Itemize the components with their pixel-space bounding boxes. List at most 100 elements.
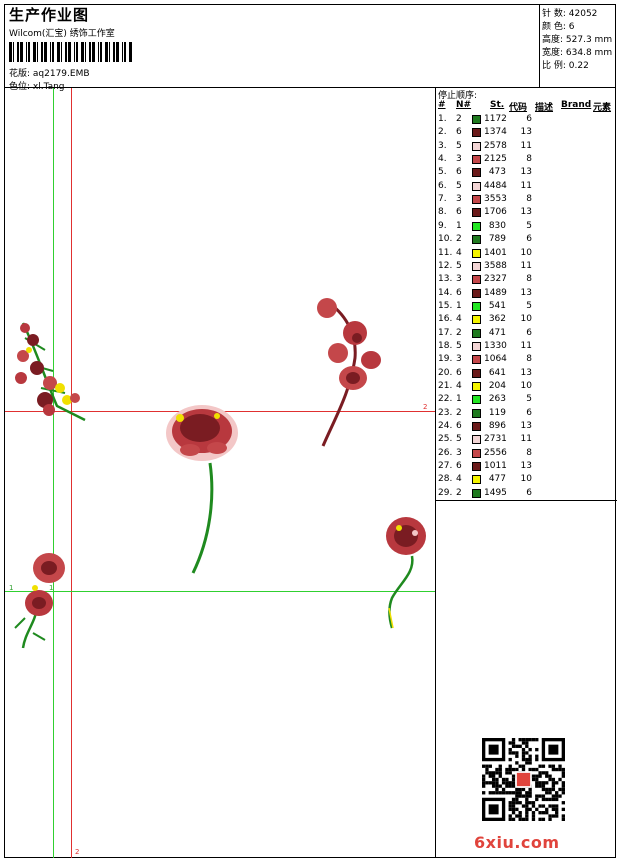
color-swatch xyxy=(472,275,481,285)
row-code: 5 xyxy=(526,394,532,405)
qr-module xyxy=(508,801,512,805)
sheet-title: 生产作业图 xyxy=(9,6,90,24)
table-row: 7. 3 3553 8 xyxy=(436,194,617,207)
qr-module xyxy=(541,817,546,821)
qr-module xyxy=(508,767,512,772)
qr-module xyxy=(525,761,529,765)
qr-module xyxy=(531,804,536,808)
row-number: 3. xyxy=(438,140,447,151)
row-code: 13 xyxy=(520,167,532,178)
barcode-bar xyxy=(20,42,23,62)
qr-module xyxy=(561,817,565,821)
color-swatch xyxy=(472,221,481,231)
qr-module xyxy=(538,774,542,778)
qr-module xyxy=(525,807,529,812)
barcode-bar xyxy=(124,42,126,62)
row-needle: 4 xyxy=(456,474,462,485)
qr-module xyxy=(548,817,552,821)
qr-module xyxy=(561,791,565,795)
qr-module xyxy=(535,767,539,772)
qr-module xyxy=(505,784,509,788)
qr-module xyxy=(498,784,502,788)
qr-module xyxy=(535,774,539,778)
qr-module xyxy=(561,787,565,792)
qr-module xyxy=(535,747,539,752)
qr-module xyxy=(551,794,556,798)
color-swatch xyxy=(472,395,481,405)
barcode-bar xyxy=(9,42,12,62)
qr-module xyxy=(535,784,539,788)
row-needle: 3 xyxy=(456,354,462,365)
qr-module xyxy=(495,791,499,795)
table-row: 27. 6 1011 13 xyxy=(436,461,617,474)
qr-module xyxy=(498,764,502,768)
watermark-text: 6xiu.com xyxy=(474,833,560,852)
col-header-desc: 描述 xyxy=(535,103,554,113)
design-file-label: 花版: aq2179.EMB xyxy=(9,69,90,79)
color-swatch xyxy=(472,488,481,498)
qr-module xyxy=(511,807,516,812)
qr-module xyxy=(555,807,559,812)
qr-module xyxy=(551,781,556,785)
qr-module xyxy=(518,764,522,768)
barcode-bar xyxy=(76,42,78,62)
color-swatch xyxy=(472,422,481,432)
color-swatch xyxy=(472,181,481,191)
qr-module xyxy=(511,797,516,802)
qr-module xyxy=(518,744,522,748)
row-code: 11 xyxy=(520,180,532,191)
table-row: 6. 5 4484 11 xyxy=(436,181,617,194)
qr-module xyxy=(495,781,499,785)
row-needle: 1 xyxy=(456,300,462,311)
row-code: 6 xyxy=(526,114,532,124)
panel-divider xyxy=(436,500,617,501)
row-needle: 3 xyxy=(456,274,462,285)
table-row: 16. 4 362 10 xyxy=(436,314,617,327)
qr-module xyxy=(491,777,496,782)
table-row: 22. 1 263 5 xyxy=(436,394,617,407)
row-stitches: 1495 xyxy=(484,487,507,498)
qr-module xyxy=(538,817,542,821)
barcode-bar xyxy=(122,42,123,62)
qr-module xyxy=(545,807,549,812)
meta-label: 宽度: xyxy=(542,48,564,58)
row-number: 29. xyxy=(438,487,453,498)
qr-module xyxy=(535,781,539,785)
row-code: 10 xyxy=(520,381,532,391)
qr-module xyxy=(541,764,546,768)
qr-module xyxy=(561,807,565,812)
header-meta: 针 数: 42052 颜 色: 6 高度: 527.3 mm 宽度: 634.8 mm… xyxy=(539,5,617,87)
qr-module xyxy=(528,791,532,795)
row-code: 6 xyxy=(526,234,532,245)
row-number: 19. xyxy=(438,354,453,365)
qr-module xyxy=(525,741,529,745)
qr-module xyxy=(515,751,519,755)
row-stitches: 263 xyxy=(488,394,506,405)
barcode-bar xyxy=(81,42,84,62)
row-code: 5 xyxy=(526,220,532,231)
qr-module xyxy=(561,774,565,778)
qr-module xyxy=(551,804,556,808)
qr-module xyxy=(521,764,526,768)
qr-module xyxy=(538,784,542,788)
qr-module xyxy=(561,784,565,788)
color-swatch xyxy=(472,368,481,378)
qr-module xyxy=(511,811,516,815)
qr-module xyxy=(521,817,526,821)
qr-module xyxy=(488,771,492,775)
qr-module xyxy=(551,807,556,812)
qr-module xyxy=(558,777,562,782)
qr-module xyxy=(495,767,499,772)
qr-module xyxy=(548,791,552,795)
barcode-bar xyxy=(68,42,71,62)
row-stitches: 2578 xyxy=(484,140,507,151)
row-stitches: 830 xyxy=(488,220,506,231)
row-stitches: 2327 xyxy=(484,274,507,285)
row-number: 2. xyxy=(438,127,447,138)
qr-module xyxy=(548,777,552,782)
qr-module xyxy=(482,781,486,785)
row-code: 13 xyxy=(520,287,532,298)
qr-module xyxy=(528,757,532,762)
row-stitches: 541 xyxy=(488,300,506,311)
qr-module xyxy=(495,771,499,775)
